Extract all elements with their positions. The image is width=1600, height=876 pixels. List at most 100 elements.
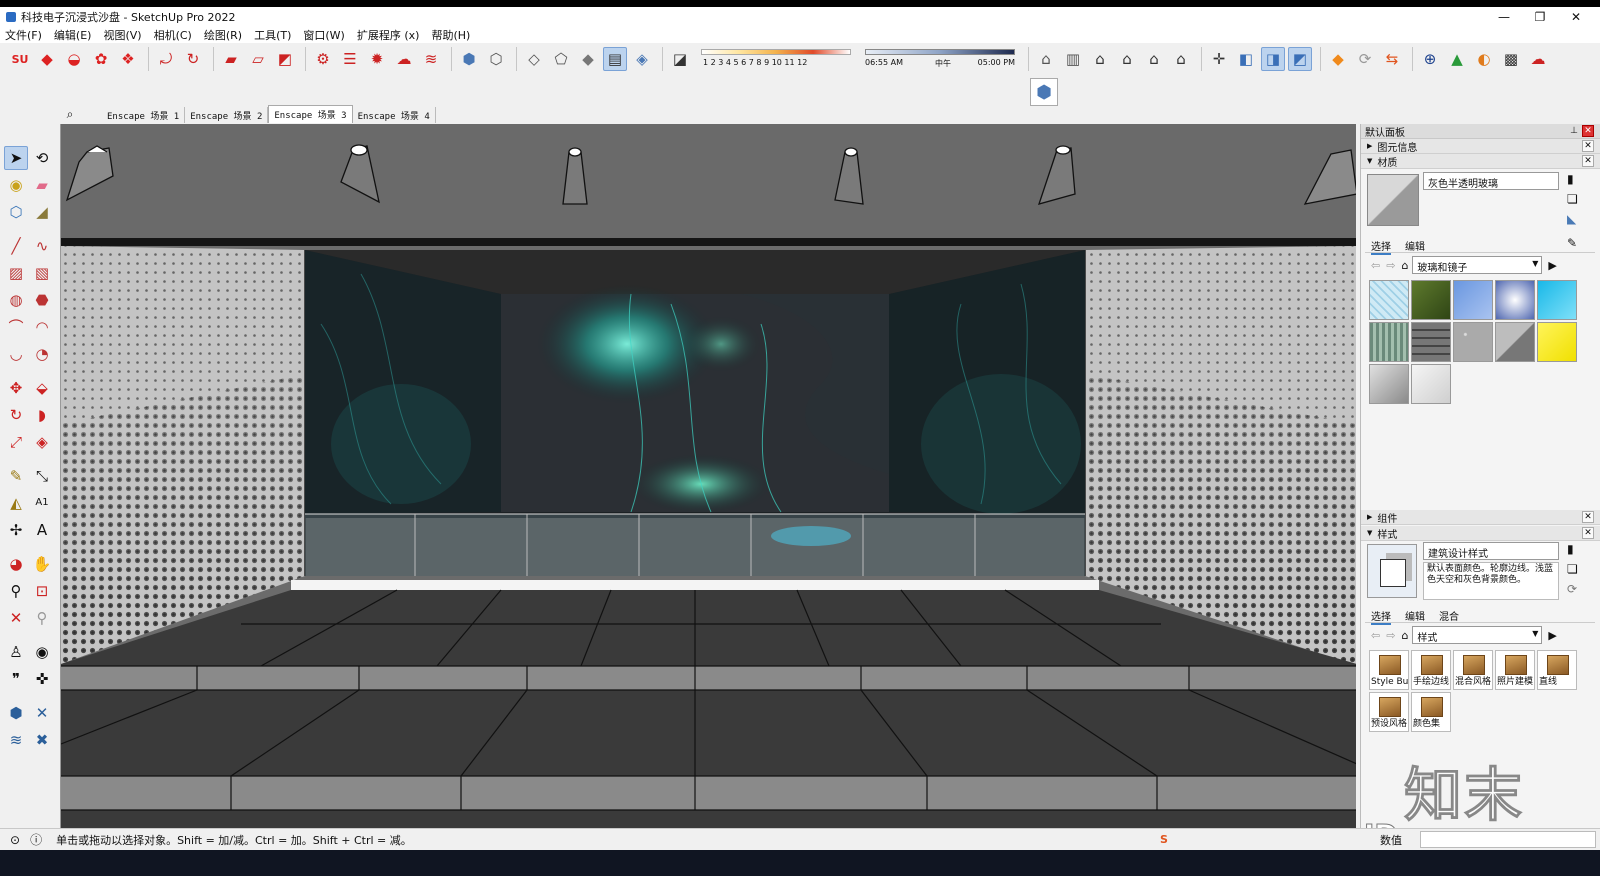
sandbox-contours-icon[interactable]: ⬢ xyxy=(4,701,28,725)
default-material-icon[interactable]: ◣ xyxy=(1567,212,1576,226)
shadow-time-slider[interactable]: 06:55 AM 中午 05:00 PM xyxy=(863,46,1017,72)
follow-me-icon[interactable]: ◗ xyxy=(30,403,54,427)
iso-view-icon[interactable]: ⬢ xyxy=(457,47,481,71)
tab-scene-1[interactable]: Enscape 场景 1 xyxy=(102,107,186,123)
pie-tool-icon[interactable]: ◔ xyxy=(30,342,54,366)
walk-tool-icon[interactable]: ❞ xyxy=(4,667,28,691)
section-plane-icon[interactable]: ◧ xyxy=(1234,47,1258,71)
checker-icon[interactable]: ▩ xyxy=(1499,47,1523,71)
materials-section[interactable]: ▼ 材质 ✕ xyxy=(1361,154,1600,169)
material-swatch[interactable] xyxy=(1495,322,1535,362)
pin-icon[interactable]: ⊥ xyxy=(1568,125,1580,137)
back-arrow-icon[interactable]: ⇦ xyxy=(1371,259,1380,272)
home-icon[interactable]: ⌂ xyxy=(1401,259,1408,272)
material-swatch[interactable] xyxy=(1411,322,1451,362)
settings-plugin-icon[interactable]: ⚙ xyxy=(311,47,335,71)
menu-edit[interactable]: 编辑(E) xyxy=(54,27,92,43)
styles-section[interactable]: ▼ 样式 ✕ xyxy=(1361,526,1600,541)
su-app-icon[interactable]: SU xyxy=(8,47,32,71)
polygon-tool-icon[interactable]: ⬣ xyxy=(30,288,54,312)
right-house-icon[interactable]: ⌂ xyxy=(1115,47,1139,71)
material-library-dropdown[interactable]: 玻璃和镜子 ▼ xyxy=(1412,256,1543,274)
material-swatch[interactable] xyxy=(1411,364,1451,404)
curve-tool-icon[interactable]: ⤾ xyxy=(154,47,178,71)
component-cube-icon[interactable]: ⬢ xyxy=(1030,78,1058,106)
rotate-tool-icon[interactable]: ↻ xyxy=(4,403,28,427)
textured-style-icon[interactable]: ▤ xyxy=(603,47,627,71)
add-icon[interactable]: ⊕ xyxy=(1418,47,1442,71)
left-house-icon[interactable]: ⌂ xyxy=(1169,47,1193,71)
back-house-icon[interactable]: ⌂ xyxy=(1142,47,1166,71)
style-folder-item[interactable]: 预设风格 xyxy=(1369,692,1409,732)
text-tool-icon[interactable]: A1 xyxy=(30,491,54,515)
eraser-icon[interactable]: ▰ xyxy=(30,173,54,197)
sandbox-scratch-icon[interactable]: ✕ xyxy=(30,701,54,725)
update-style-icon[interactable]: ▮ xyxy=(1567,542,1574,556)
sandbox-stamp-icon[interactable]: ✖ xyxy=(30,728,54,752)
offset-tool-icon[interactable]: ◈ xyxy=(30,430,54,454)
ruby-tool-3-icon[interactable]: ◩ xyxy=(273,47,297,71)
scale-tool-icon[interactable]: ⤢ xyxy=(4,430,28,454)
axes-tool-icon[interactable]: ✢ xyxy=(4,518,28,542)
three-point-arc-icon[interactable]: ◡ xyxy=(4,342,28,366)
rectangle-tool-icon[interactable]: ▨ xyxy=(4,261,28,285)
material-name-field[interactable]: 灰色半透明玻璃 xyxy=(1423,172,1559,190)
3d-text-icon[interactable]: A xyxy=(30,518,54,542)
search-icon[interactable]: ⌕ xyxy=(60,105,80,123)
orbit-camera-icon[interactable]: ◕ xyxy=(4,552,28,576)
monochrome-style-icon[interactable]: ◈ xyxy=(630,47,654,71)
forward-arrow-icon[interactable]: ⇨ xyxy=(1386,629,1395,642)
shadows-toggle-icon[interactable]: ◪ xyxy=(668,47,692,71)
stack-plugin-icon[interactable]: ❖ xyxy=(116,47,140,71)
look-around-icon[interactable]: ◉ xyxy=(30,640,54,664)
live-update-icon[interactable]: ⟳ xyxy=(1353,47,1377,71)
section-cut-icon[interactable]: ◨ xyxy=(1261,47,1285,71)
restore-button[interactable]: ❐ xyxy=(1522,7,1558,26)
tab-scene-2[interactable]: Enscape 场景 2 xyxy=(185,107,269,123)
shadow-time-bar[interactable] xyxy=(865,49,1015,55)
menu-draw[interactable]: 绘图(R) xyxy=(204,27,242,43)
info-icon[interactable]: ⓘ xyxy=(30,831,42,848)
material-paint-icon[interactable]: ▮ xyxy=(1567,172,1574,186)
components-close-button[interactable]: ✕ xyxy=(1582,511,1594,523)
material-swatch[interactable] xyxy=(1411,280,1451,320)
tab-scene-4[interactable]: Enscape 场景 4 xyxy=(353,107,436,123)
freehand-tool-icon[interactable]: ∿ xyxy=(30,234,54,258)
paint-bucket-plugin-icon[interactable]: ◒ xyxy=(62,47,86,71)
zoom-window-icon[interactable]: ⊡ xyxy=(30,579,54,603)
sun-icon[interactable]: ◐ xyxy=(1472,47,1496,71)
details-arrow-icon[interactable]: ▶ xyxy=(1548,259,1556,272)
gear-plugin-icon[interactable]: ✹ xyxy=(365,47,389,71)
material-swatch[interactable] xyxy=(1369,322,1409,362)
menu-window[interactable]: 窗口(W) xyxy=(303,27,344,43)
entity-info-section[interactable]: ▶ 图元信息 ✕ xyxy=(1361,139,1600,154)
wave-plugin-icon[interactable]: ≋ xyxy=(419,47,443,71)
make-component-icon[interactable]: ⬡ xyxy=(4,200,28,224)
entity-info-close-button[interactable]: ✕ xyxy=(1582,140,1594,152)
tab-scene-3[interactable]: Enscape 场景 3 xyxy=(268,105,353,123)
material-swatch[interactable] xyxy=(1537,322,1577,362)
pan-tool-icon[interactable]: ✋ xyxy=(30,552,54,576)
sandbox-smoove-icon[interactable]: ≋ xyxy=(4,728,28,752)
menu-help[interactable]: 帮助(H) xyxy=(431,27,470,43)
move-tool-icon[interactable]: ✥ xyxy=(4,376,28,400)
position-camera-icon[interactable]: ♙ xyxy=(4,640,28,664)
upload-cloud-icon[interactable]: ☁ xyxy=(1526,47,1550,71)
enscape-logo-icon[interactable]: ◆ xyxy=(1326,47,1350,71)
materials-tab-edit[interactable]: 编辑 xyxy=(1405,238,1425,253)
model-viewport[interactable] xyxy=(60,124,1356,828)
cloud-plugin-icon[interactable]: ☁ xyxy=(392,47,416,71)
flower-plugin-icon[interactable]: ✿ xyxy=(89,47,113,71)
measurements-input[interactable] xyxy=(1420,831,1596,848)
style-name-field[interactable]: 建筑设计样式 xyxy=(1423,542,1559,560)
styles-tab-edit[interactable]: 编辑 xyxy=(1405,608,1425,623)
style-folder-item[interactable]: 手绘边线 xyxy=(1411,650,1451,690)
forward-arrow-icon[interactable]: ⇨ xyxy=(1386,259,1395,272)
iso-house-icon[interactable]: ⌂ xyxy=(1034,47,1058,71)
rotated-rectangle-icon[interactable]: ▧ xyxy=(30,261,54,285)
style-folder-item[interactable]: Style Buil xyxy=(1369,650,1409,690)
menu-extensions[interactable]: 扩展程序 (x) xyxy=(357,27,420,43)
section-plane-tool-icon[interactable]: ✜ xyxy=(30,667,54,691)
sync-views-icon[interactable]: ⇆ xyxy=(1380,47,1404,71)
circle-tool-icon[interactable]: ◍ xyxy=(4,288,28,312)
